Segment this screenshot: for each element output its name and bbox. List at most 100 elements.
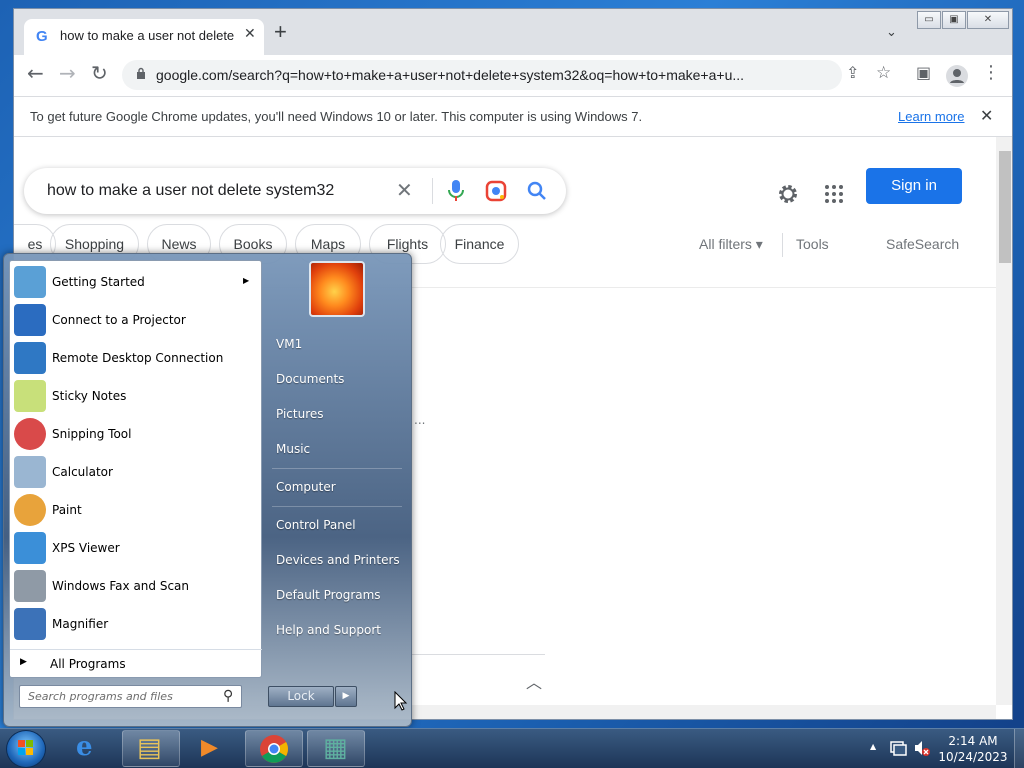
system-clock[interactable]: 2:14 AM 10/24/2023 [935,733,1011,765]
google-search-box[interactable]: how to make a user not delete system32 ✕ [24,168,566,214]
volume-muted-icon[interactable] [913,739,931,757]
clock-time: 2:14 AM [948,734,998,748]
vertical-scrollbar[interactable] [996,137,1012,705]
program-connect-projector[interactable]: Connect to a Projector [10,301,262,339]
new-tab-button[interactable]: + [274,21,287,43]
mouse-cursor-icon [394,691,408,711]
taskbar-file-explorer[interactable]: ▤ [122,730,180,767]
window-close-button[interactable]: ✕ [967,11,1009,29]
google-apps-icon[interactable] [824,184,844,204]
xps-viewer-icon [14,532,46,564]
submenu-arrow-icon[interactable]: ▶ [243,276,249,285]
share-icon[interactable]: ⇪ [846,63,859,83]
remote-desktop-icon [14,342,46,374]
start-item-default-programs[interactable]: Default Programs [276,588,381,602]
lock-icon[interactable] [136,67,146,79]
forward-button[interactable]: → [59,63,76,83]
sign-in-button[interactable]: Sign in [866,168,962,204]
scrollbar-thumb[interactable] [999,151,1011,263]
tab-close-icon[interactable]: ✕ [244,26,256,42]
tab-title: how to make a user not delete system32 [60,28,238,43]
side-panel-icon[interactable]: ▣ [916,63,931,83]
chrome-icon [260,735,288,763]
program-label: Sticky Notes [52,389,127,403]
divider [782,233,783,257]
program-paint[interactable]: Paint [10,491,262,529]
address-bar[interactable]: google.com/search?q=how+to+make+a+user+n… [122,60,842,90]
show-desktop-button[interactable] [1014,729,1024,768]
back-button[interactable]: ← [27,63,44,83]
show-hidden-icons-button[interactable]: ▲ [870,742,876,751]
clear-search-icon[interactable]: ✕ [396,178,413,202]
search-icon[interactable] [527,181,547,201]
start-item-help-support[interactable]: Help and Support [276,623,381,637]
start-item-documents[interactable]: Documents [276,372,344,386]
program-label: Connect to a Projector [52,313,186,327]
program-getting-started[interactable]: Getting Started ▶ [10,263,262,301]
user-avatar[interactable] [309,261,365,317]
program-label: Paint [52,503,82,517]
tools-button[interactable]: Tools [796,236,829,252]
chrome-menu-icon[interactable]: ⋮ [982,63,1000,83]
reload-button[interactable]: ↻ [91,63,108,83]
learn-more-link[interactable]: Learn more [898,109,964,124]
taskbar-internet-explorer[interactable]: e [60,730,118,767]
program-label: Snipping Tool [52,427,132,441]
all-filters-button[interactable]: All filters ▾ [699,236,763,253]
fax-scan-icon [14,570,46,602]
infobar-close-icon[interactable]: ✕ [980,106,993,125]
taskbar-media-player[interactable]: ▶ [183,730,241,767]
browser-toolbar: ← → ↻ google.com/search?q=how+to+make+a+… [14,55,1012,97]
start-search-input[interactable]: Search programs and files ⚲ [19,685,242,708]
divider [272,506,402,507]
program-snipping-tool[interactable]: Snipping Tool [10,415,262,453]
program-label: Remote Desktop Connection [52,351,224,365]
safesearch-button[interactable]: SafeSearch [886,236,959,252]
start-item-computer[interactable]: Computer [276,480,336,494]
start-item-control-panel[interactable]: Control Panel [276,518,356,532]
tab-search-icon[interactable]: ⌄ [886,25,897,40]
search-query[interactable]: how to make a user not delete system32 [47,182,383,200]
taskbar-installer[interactable]: ▦ [307,730,365,767]
program-magnifier[interactable]: Magnifier [10,605,262,643]
getting-started-icon [14,266,46,298]
program-sticky-notes[interactable]: Sticky Notes [10,377,262,415]
start-item-devices-printers[interactable]: Devices and Printers [276,553,400,567]
search-placeholder: Search programs and files [28,690,173,703]
profile-avatar-icon[interactable] [946,65,968,87]
search-icon[interactable]: ⚲ [223,688,233,704]
collapse-chevron-icon[interactable]: ︿ [526,669,542,693]
lens-search-icon[interactable] [485,180,507,202]
all-programs-button[interactable]: ▶ All Programs [10,649,262,677]
program-remote-desktop[interactable]: Remote Desktop Connection [10,339,262,377]
program-xps-viewer[interactable]: XPS Viewer [10,529,262,567]
tab-strip: G how to make a user not delete system32… [14,9,1012,55]
bookmark-star-icon[interactable]: ☆ [876,63,891,83]
all-programs-label: All Programs [50,657,126,671]
settings-gear-icon[interactable] [776,182,800,206]
sticky-notes-icon [14,380,46,412]
shutdown-options-arrow-icon[interactable]: ▶ [335,686,357,707]
taskbar: e ▤ ▶ ▦ ▲ 2:14 AM 10/24/2023 [0,728,1024,768]
start-menu: Getting Started ▶ Connect to a Projector… [3,253,412,727]
taskbar-chrome[interactable] [245,730,303,767]
program-calculator[interactable]: Calculator [10,453,262,491]
voice-search-icon[interactable] [448,180,464,202]
program-list: Getting Started ▶ Connect to a Projector… [9,260,262,678]
paint-icon [14,494,46,526]
action-center-flag-icon[interactable] [889,739,907,757]
program-label: Calculator [52,465,113,479]
start-button[interactable] [6,730,46,768]
url-text[interactable]: google.com/search?q=how+to+make+a+user+n… [156,67,846,83]
start-item-vm1[interactable]: VM1 [276,337,302,351]
browser-tab[interactable]: G how to make a user not delete system32… [24,19,264,55]
clock-date: 10/24/2023 [938,750,1008,764]
program-fax-scan[interactable]: Windows Fax and Scan [10,567,262,605]
chip-finance[interactable]: Finance [440,224,519,264]
start-item-music[interactable]: Music [276,442,310,456]
start-item-pictures[interactable]: Pictures [276,407,324,421]
maximize-button[interactable]: ▣ [942,11,966,29]
lock-button[interactable]: Lock [268,686,334,707]
minimize-button[interactable]: ▭ [917,11,941,29]
google-favicon-icon: G [36,28,48,45]
